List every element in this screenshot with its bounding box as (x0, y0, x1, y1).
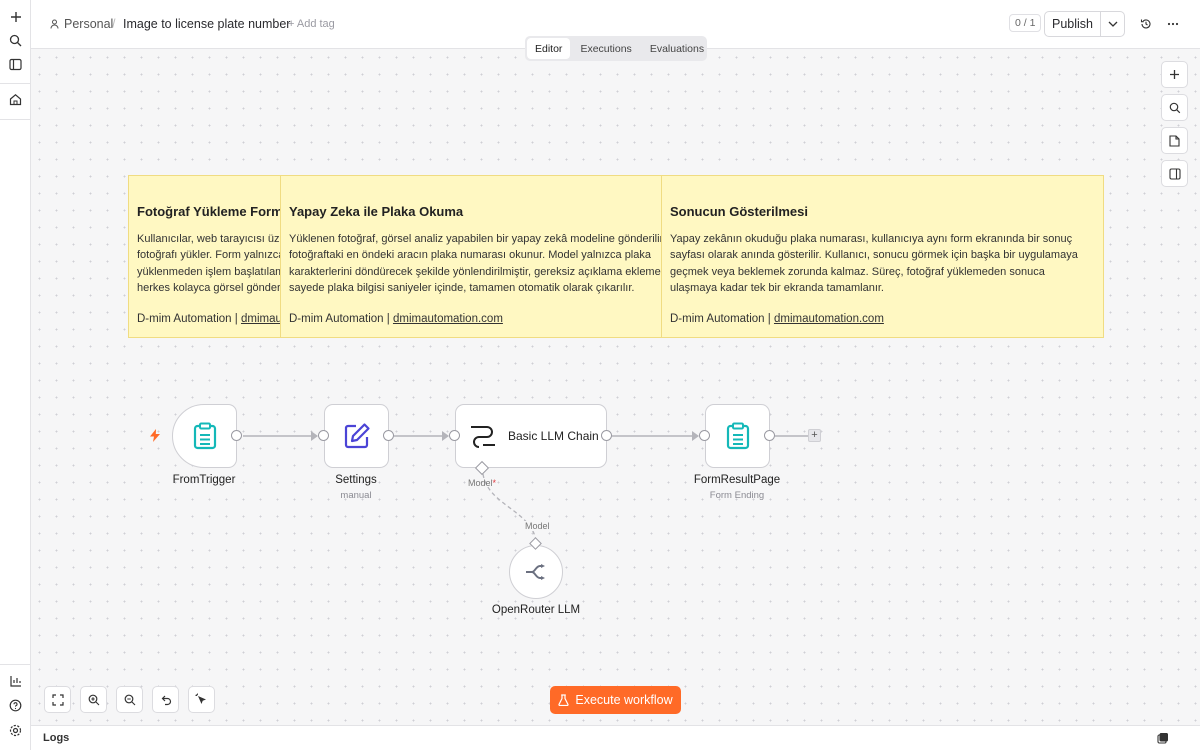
node-form-trigger[interactable] (172, 404, 237, 468)
execute-workflow-button[interactable]: Execute workflow (550, 686, 681, 714)
node-label: Basic LLM Chain (508, 429, 599, 443)
tidy-up-button[interactable] (188, 686, 215, 713)
clipboard-icon (193, 422, 216, 450)
input-port[interactable] (318, 430, 329, 441)
output-port[interactable] (383, 430, 394, 441)
clipboard-icon (726, 422, 749, 450)
zoom-out-icon (124, 694, 135, 705)
open-logs-icon[interactable] (1157, 732, 1169, 747)
zoom-out-button[interactable] (116, 686, 143, 713)
connections-layer (243, 431, 808, 541)
logs-bar[interactable]: Logs (31, 725, 1200, 750)
trigger-bolt-icon (150, 429, 160, 445)
node-subtitle: manual (340, 490, 372, 501)
node-label: FromTrigger (172, 474, 236, 486)
zoom-in-icon (88, 694, 99, 705)
node-openrouter-llm[interactable] (509, 545, 563, 599)
node-label: Settings (335, 474, 377, 486)
logs-label: Logs (43, 732, 70, 744)
connection-label: Model (524, 521, 551, 531)
undo-button[interactable] (152, 686, 179, 713)
fit-view-button[interactable] (44, 686, 71, 713)
zoom-in-button[interactable] (80, 686, 107, 713)
node-subtitle: Form Ending (709, 490, 765, 501)
add-next-node-button[interactable]: + (808, 429, 821, 442)
fit-view-icon (51, 693, 64, 706)
output-port[interactable] (231, 430, 242, 441)
output-port[interactable] (764, 430, 775, 441)
undo-icon (161, 695, 171, 705)
pencil-square-icon (344, 423, 370, 449)
input-port[interactable] (449, 430, 460, 441)
openrouter-icon (526, 564, 545, 580)
node-settings[interactable] (324, 404, 389, 468)
output-port[interactable] (601, 430, 612, 441)
cursor-sparkle-icon (195, 693, 206, 704)
input-port[interactable] (699, 430, 710, 441)
execute-workflow-label: Execute workflow (575, 693, 673, 707)
node-form-result-page[interactable] (705, 404, 770, 468)
node-label: FormResultPage (693, 474, 781, 486)
flask-icon (558, 694, 569, 706)
required-mark: * (492, 478, 497, 488)
model-port-label: Model* (468, 478, 496, 488)
node-label: OpenRouter LLM (491, 604, 581, 616)
node-basic-llm-chain[interactable]: Basic LLM Chain (455, 404, 607, 468)
chain-icon (471, 426, 495, 448)
model-port-text: Model (468, 478, 493, 488)
